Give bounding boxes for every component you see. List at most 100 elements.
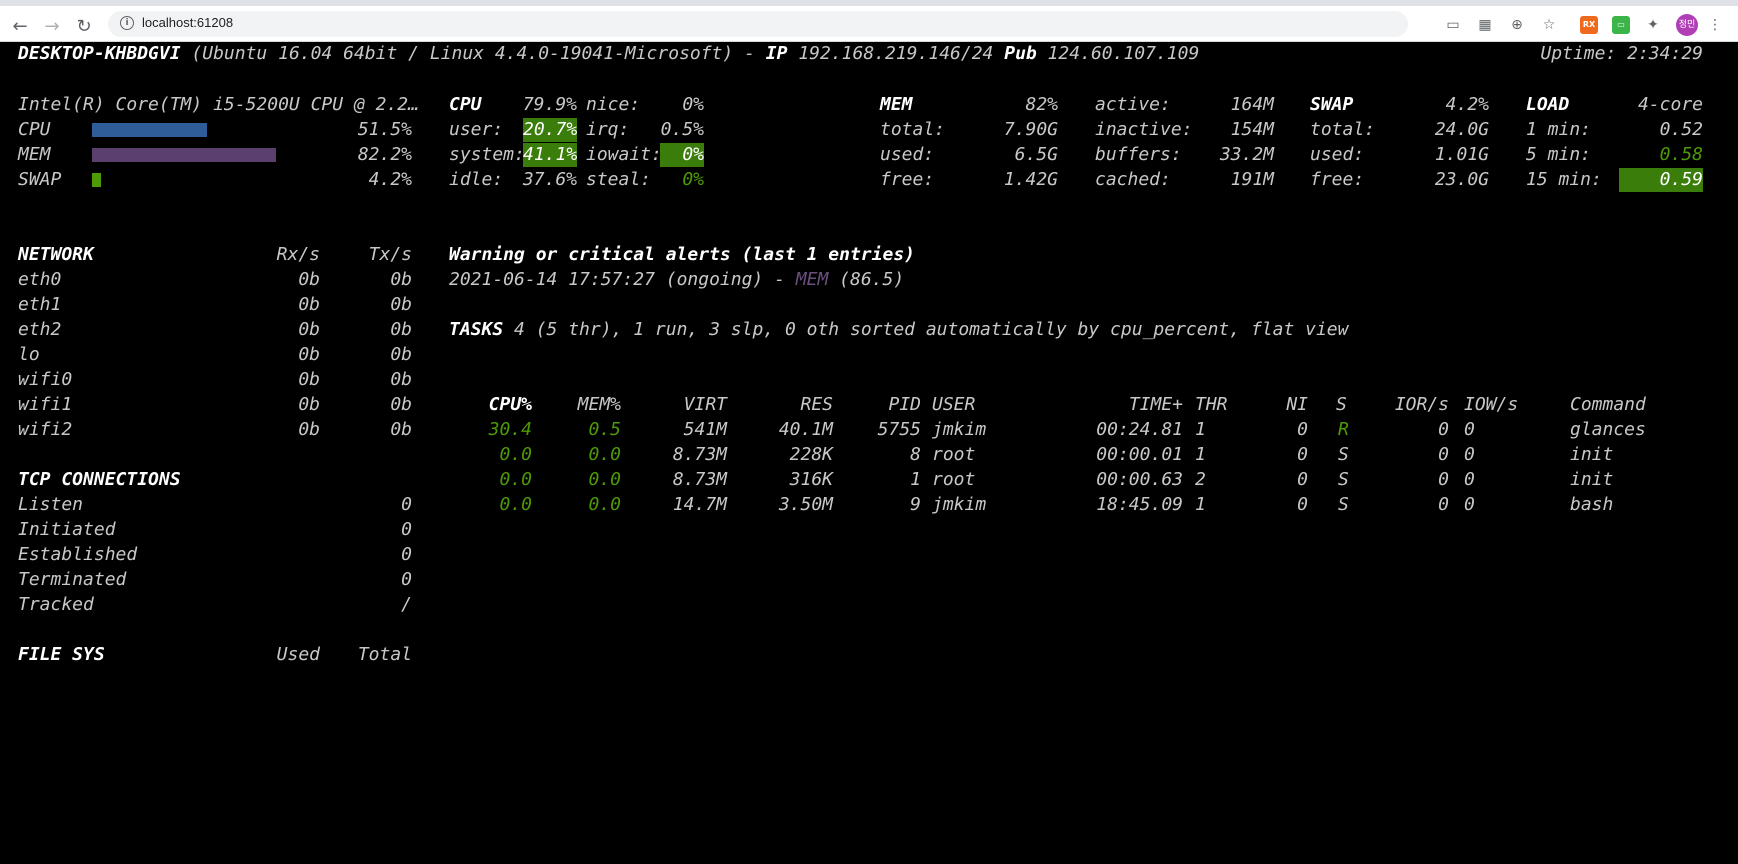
process-time: 18:45.09 xyxy=(1096,494,1183,515)
tcp-value: 0 xyxy=(401,544,412,565)
tcp-value: / xyxy=(401,594,412,615)
col-header-pid[interactable]: PID xyxy=(888,393,921,417)
process-ni: 0 xyxy=(1297,494,1308,515)
process-pid: 9 xyxy=(910,494,921,515)
mem-total-value: 7.90G xyxy=(1003,119,1058,140)
quicklook-cpu-label: CPU xyxy=(18,119,51,140)
process-res: 228K xyxy=(789,444,833,465)
process-mem: 0.0 xyxy=(588,469,621,490)
mem-used-label: used: xyxy=(880,144,935,165)
cpu-idle-value: 37.6% xyxy=(522,169,577,190)
url-text[interactable]: localhost:61208 xyxy=(142,15,233,30)
col-header-user[interactable]: USER xyxy=(932,393,975,417)
process-pid: 1 xyxy=(910,469,921,490)
profile-avatar[interactable]: 정민 xyxy=(1676,14,1698,36)
filesys-total-header: Total xyxy=(357,644,412,665)
mem-percent: 82% xyxy=(1025,94,1058,115)
quicklook-mem-value: 82.2% xyxy=(357,144,412,165)
process-user: jmkim xyxy=(932,494,987,515)
forward-arrow-icon[interactable]: → xyxy=(38,12,66,40)
process-command: init xyxy=(1570,444,1614,465)
quicklook-mem-label: MEM xyxy=(18,144,51,165)
network-title: NETWORK xyxy=(18,244,94,265)
process-ni: 0 xyxy=(1297,469,1308,490)
public-ip: 124.60.107.109 xyxy=(1047,43,1200,64)
extension-rx-icon[interactable]: RX xyxy=(1580,16,1598,34)
tasks-label: TASKS xyxy=(449,319,504,340)
process-user: root xyxy=(932,444,976,465)
browser-toolbar: ← → ↻ i localhost:61208 ▭ ▦ ⊕ ☆ RX ▭ ✦ 정… xyxy=(0,0,1738,42)
cpu-irq-label: irq: xyxy=(586,119,630,140)
qr-code-icon[interactable]: ▦ xyxy=(1476,16,1494,34)
extension-green-icon[interactable]: ▭ xyxy=(1612,16,1630,34)
col-header-s[interactable]: S xyxy=(1336,393,1347,417)
mem-inactive-value: 154M xyxy=(1230,119,1274,140)
load-15min-label: 15 min: xyxy=(1526,169,1602,190)
tcp-label: Terminated xyxy=(18,569,127,590)
process-cpu: 0.0 xyxy=(499,494,532,515)
cpu-idle-label: idle: xyxy=(449,169,504,190)
tcp-label: Tracked xyxy=(18,594,94,615)
process-mem: 0.5 xyxy=(588,419,621,440)
process-ni: 0 xyxy=(1297,419,1308,440)
alert-time: 2021-06-14 17:57:27 (ongoing) - xyxy=(449,269,785,290)
process-virt: 541M xyxy=(683,419,727,440)
col-header-time[interactable]: TIME+ xyxy=(1129,393,1183,417)
extensions-puzzle-icon[interactable]: ✦ xyxy=(1644,16,1662,34)
uptime: Uptime: 2:34:29 xyxy=(1540,43,1703,64)
swap-used-value: 1.01G xyxy=(1434,144,1489,165)
mem-used-value: 6.5G xyxy=(1014,144,1058,165)
col-header-command[interactable]: Command xyxy=(1570,393,1646,417)
bookmark-star-icon[interactable]: ☆ xyxy=(1540,16,1558,34)
tasks-line: TASKS 4 (5 thr), 1 run, 3 slp, 0 oth sor… xyxy=(449,318,1348,342)
cast-icon[interactable]: ▭ xyxy=(1444,16,1462,34)
menu-kebab-icon[interactable]: ⋮ xyxy=(1706,16,1724,34)
col-header-ior[interactable]: IOR/s xyxy=(1395,393,1449,417)
load-1min-label: 1 min: xyxy=(1526,119,1592,140)
network-rx: 0b xyxy=(298,369,320,390)
network-rx: 0b xyxy=(298,419,320,440)
mem-buffers-value: 33.2M xyxy=(1219,144,1274,165)
alerts-title: Warning or critical alerts (last 1 entri… xyxy=(449,244,915,265)
cpu-iowait-value: 0% xyxy=(660,143,704,167)
col-header-iow[interactable]: IOW/s xyxy=(1464,393,1518,417)
cpu-nice-label: nice: xyxy=(586,94,641,115)
tcp-label: Established xyxy=(18,544,138,565)
col-header-virt[interactable]: VIRT xyxy=(684,393,727,417)
process-thr: 2 xyxy=(1195,469,1206,490)
col-header-thr[interactable]: THR xyxy=(1195,393,1228,417)
col-header-ni[interactable]: NI xyxy=(1286,393,1308,417)
process-thr: 1 xyxy=(1195,419,1206,440)
site-info-icon[interactable]: i xyxy=(120,16,134,30)
network-tx: 0b xyxy=(390,394,412,415)
tcp-label: Initiated xyxy=(18,519,116,540)
process-command: glances xyxy=(1570,419,1646,440)
process-cpu: 30.4 xyxy=(488,419,532,440)
process-ior: 0 xyxy=(1438,494,1449,515)
zoom-icon[interactable]: ⊕ xyxy=(1508,16,1526,34)
process-thr: 1 xyxy=(1195,444,1206,465)
load-cores: 4-core xyxy=(1637,94,1703,115)
process-res: 40.1M xyxy=(778,419,833,440)
cpu-title: CPU xyxy=(449,94,482,115)
col-header-cpu[interactable]: CPU% xyxy=(489,393,532,417)
cpu-user-value: 20.7% xyxy=(523,118,578,142)
col-header-mem[interactable]: MEM% xyxy=(578,393,621,417)
mem-active-label: active: xyxy=(1095,94,1171,115)
col-header-res[interactable]: RES xyxy=(800,393,833,417)
process-cpu: 0.0 xyxy=(499,469,532,490)
cpu-model: Intel(R) Core(TM) i5-5200U CPU @ 2.2… xyxy=(18,94,419,115)
process-pid: 5755 xyxy=(877,419,921,440)
address-bar[interactable]: i localhost:61208 xyxy=(108,11,1408,37)
process-mem: 0.0 xyxy=(588,444,621,465)
back-arrow-icon[interactable]: ← xyxy=(6,12,34,40)
reload-icon[interactable]: ↻ xyxy=(70,12,98,40)
mem-cached-label: cached: xyxy=(1095,169,1171,190)
network-tx-header: Tx/s xyxy=(368,244,412,265)
glances-terminal: DESKTOP-KHBDGVI (Ubuntu 16.04 64bit / Li… xyxy=(0,42,1738,864)
load-5min-value: 0.58 xyxy=(1659,144,1703,165)
network-rx: 0b xyxy=(298,319,320,340)
process-status: S xyxy=(1338,469,1349,490)
public-ip-label: Pub xyxy=(1004,43,1037,64)
network-iface: eth0 xyxy=(18,269,62,290)
